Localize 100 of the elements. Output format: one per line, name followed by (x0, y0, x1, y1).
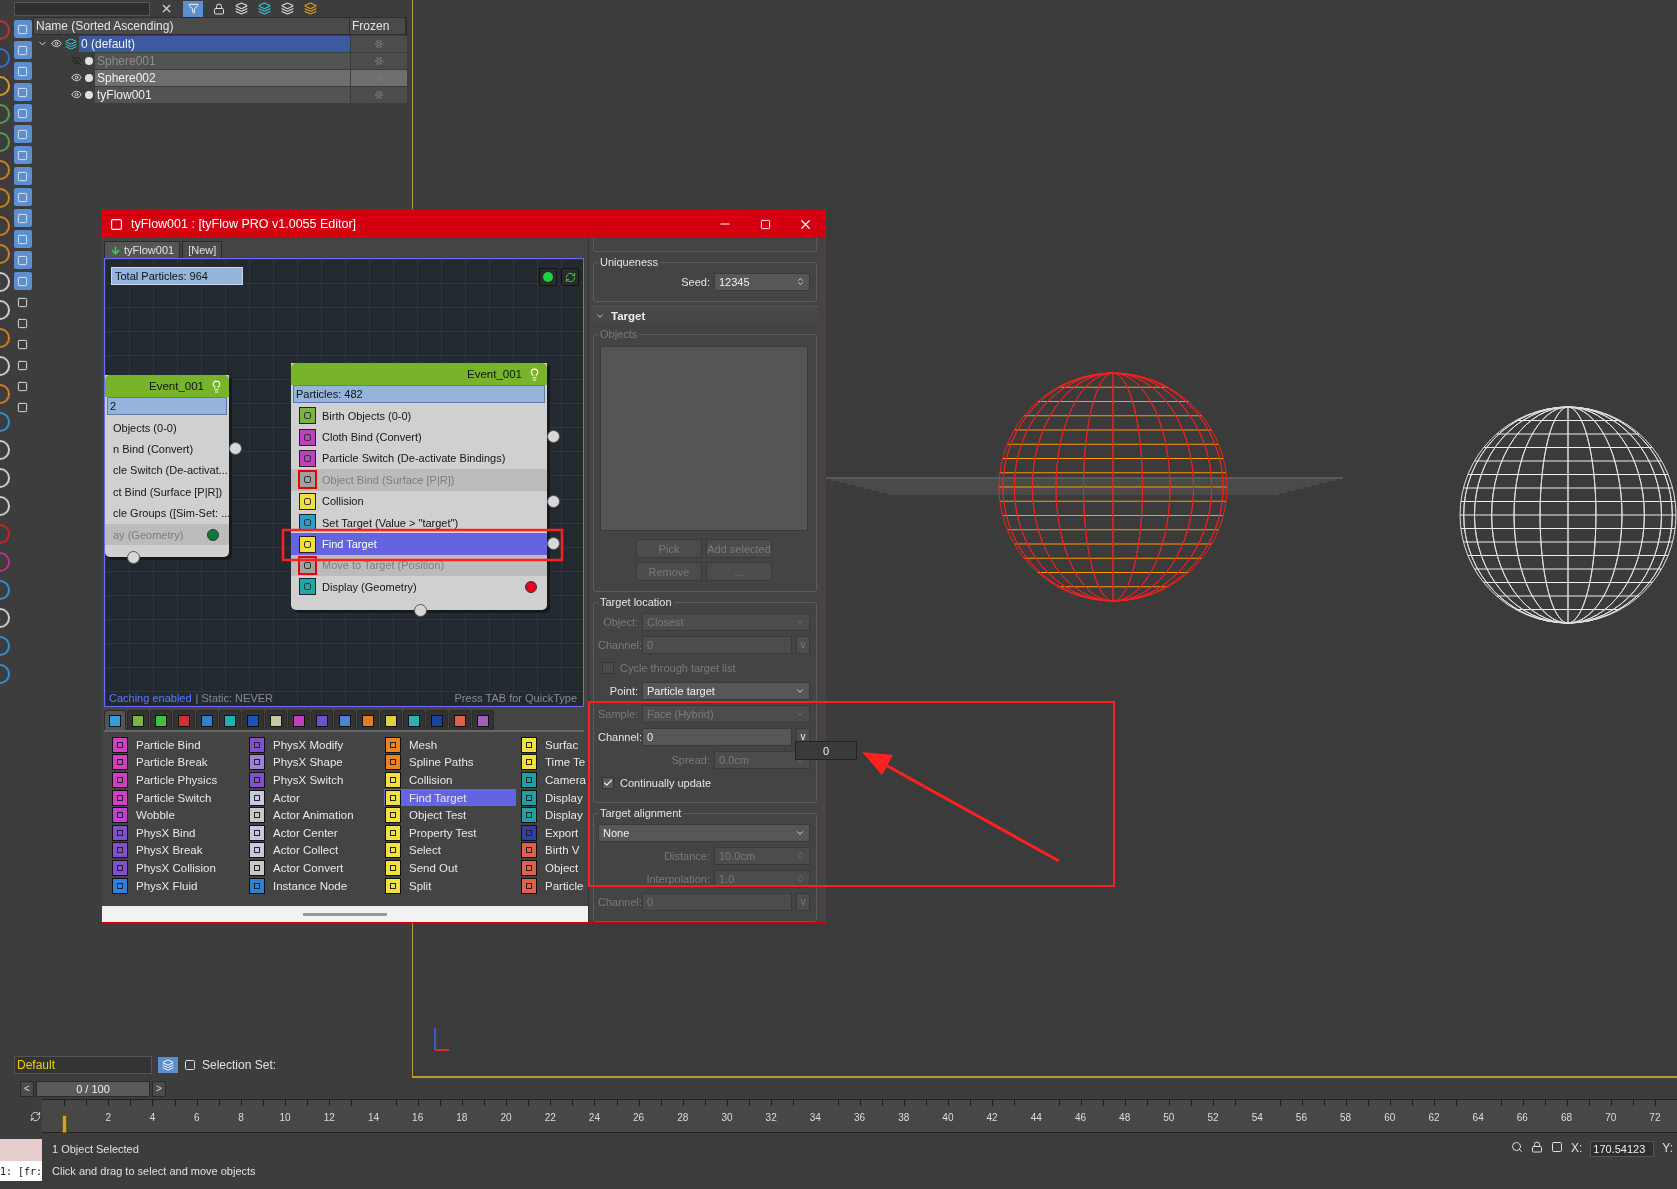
operator-item[interactable]: Find Target (384, 788, 516, 807)
layer-dropdown[interactable]: Default (14, 1056, 152, 1074)
x-coordinate-field[interactable]: 170.54123 (1590, 1141, 1655, 1157)
tool-icon[interactable] (13, 209, 32, 227)
status-button[interactable] (539, 268, 557, 286)
seed-field[interactable]: 12345 (714, 272, 810, 291)
operator-item[interactable]: Send Out (384, 859, 516, 877)
operator-item[interactable]: Spline Paths (384, 753, 516, 772)
tree-item[interactable]: 0 (default) (79, 35, 350, 52)
operator-item[interactable]: Collision (384, 771, 516, 789)
category-tab[interactable] (357, 710, 379, 730)
category-tab[interactable] (403, 710, 425, 730)
layers-icon[interactable] (281, 2, 294, 15)
category-tab[interactable] (104, 710, 126, 730)
tool-icon[interactable] (13, 83, 32, 101)
tree-item[interactable]: Sphere002 (95, 69, 350, 86)
dropdown[interactable]: Particle target (642, 681, 810, 700)
tool-icon[interactable] (13, 62, 32, 80)
operator-row[interactable]: Find Target (291, 533, 547, 555)
tool-icon[interactable] (13, 251, 32, 269)
operator-item[interactable]: Camera (520, 771, 584, 789)
operator-item[interactable]: PhysX Collision (111, 859, 244, 877)
category-tab[interactable] (265, 710, 287, 730)
operator-item[interactable]: Export (520, 823, 584, 842)
tree-item[interactable]: tyFlow001 (95, 86, 350, 103)
operator-item[interactable]: Display (520, 806, 584, 824)
operator-item[interactable]: Particle Switch (111, 788, 244, 807)
operator-item[interactable]: Time Te (520, 753, 584, 772)
tool-icon[interactable] (13, 41, 32, 59)
operator-item[interactable]: Object (520, 859, 584, 877)
operator-item[interactable]: Actor Collect (248, 841, 380, 860)
column-header[interactable]: Name (Sorted Ascending) (34, 18, 350, 34)
current-frame-marker[interactable] (61, 1115, 67, 1133)
tool-icon[interactable] (13, 104, 32, 122)
tool-icon[interactable] (13, 20, 32, 38)
operator-item[interactable]: Particle Physics (111, 771, 244, 789)
timeline-ruler[interactable]: 2 4 6 8 10 12 14 16 18 20 22 24 26 28 30 32 34 36 38 40 42 44 46 48 50 52 54 56 58 60 62 64 66 68 70 72 (42, 1099, 1677, 1133)
refresh-button[interactable] (561, 268, 579, 286)
channel-popup[interactable]: 0 (795, 741, 857, 760)
category-tab[interactable] (150, 710, 172, 730)
column-header[interactable]: Frozen (350, 18, 406, 34)
category-tab[interactable] (380, 710, 402, 730)
category-tab[interactable] (334, 710, 356, 730)
operator-item[interactable]: Particle (520, 876, 584, 895)
operator-item[interactable]: Object Test (384, 806, 516, 824)
category-tab[interactable] (127, 710, 149, 730)
spinner-arrows-icon[interactable] (796, 277, 805, 286)
filter-icon[interactable] (183, 0, 203, 17)
node-canvas[interactable] (104, 258, 584, 707)
event-node[interactable] (291, 363, 547, 610)
operator-item[interactable]: PhysX Bind (111, 823, 244, 842)
operator-item[interactable]: Actor Animation (248, 806, 380, 824)
rollout-header[interactable]: Target (591, 306, 819, 324)
eye-icon[interactable] (51, 38, 62, 49)
eye-icon[interactable] (71, 72, 82, 83)
next-frame-button[interactable]: > (152, 1080, 166, 1097)
tool-icon[interactable] (13, 146, 32, 164)
operator-item[interactable]: Select (384, 841, 516, 860)
operator-item[interactable]: Wobble (111, 806, 244, 824)
operator-item[interactable]: Actor Center (248, 823, 380, 842)
operator-item[interactable]: Split (384, 876, 516, 895)
time-slider[interactable]: 0 / 100 (36, 1080, 150, 1097)
tool-icon[interactable] (13, 125, 32, 143)
previous-frame-button[interactable]: < (20, 1080, 34, 1097)
operator-item[interactable]: Property Test (384, 823, 516, 842)
operator-item[interactable]: PhysX Fluid (111, 876, 244, 895)
operator-item[interactable]: Birth V (520, 841, 584, 860)
operator-item[interactable]: Display (520, 788, 584, 807)
layers-icon[interactable] (235, 2, 248, 15)
scrollbar[interactable] (102, 906, 588, 922)
dropdown[interactable]: None (598, 823, 810, 842)
flow-tab[interactable]: tyFlow001 (104, 241, 181, 258)
caching-status[interactable]: Caching enabled (109, 692, 192, 704)
tool-icon[interactable] (13, 272, 32, 290)
operator-item[interactable]: PhysX Break (111, 841, 244, 860)
listener-field[interactable]: 1: [fr: (0, 1161, 42, 1181)
eye-icon[interactable] (71, 89, 82, 100)
tool-icon[interactable] (13, 167, 32, 185)
search-field[interactable] (14, 1, 150, 16)
tool-icon[interactable] (13, 188, 32, 206)
operator-item[interactable]: Instance Node (248, 876, 380, 895)
event-node[interactable]: Event_001 2 Objects (0-0) n Bind (Convert) cle Switch (De-activat... ct Bind (Surface [P|R]) cle Groups ([Sim-Set: ... ay (Geometry) (105, 375, 229, 558)
operator-item[interactable]: PhysX Switch (248, 771, 380, 789)
operator-item[interactable]: PhysX Modify (248, 736, 380, 754)
channel-field[interactable]: 0 (642, 727, 792, 746)
layers-icon[interactable] (258, 2, 271, 15)
checkbox[interactable] (602, 776, 614, 789)
operator-item[interactable]: Actor Convert (248, 859, 380, 877)
operator-item[interactable]: Actor (248, 788, 380, 807)
lock-icon[interactable] (213, 2, 225, 15)
output-port[interactable] (547, 494, 560, 508)
layers-icon[interactable] (304, 2, 317, 15)
close-icon[interactable] (160, 2, 173, 15)
operator-item[interactable]: Particle Break (111, 753, 244, 772)
scrollbar-thumb[interactable] (303, 912, 387, 916)
operator-item[interactable]: Particle Bind (111, 736, 244, 754)
category-tab[interactable] (449, 710, 471, 730)
tool-icon[interactable] (13, 230, 32, 248)
operator-item[interactable]: Surfac (520, 736, 584, 754)
category-tab[interactable] (219, 710, 241, 730)
